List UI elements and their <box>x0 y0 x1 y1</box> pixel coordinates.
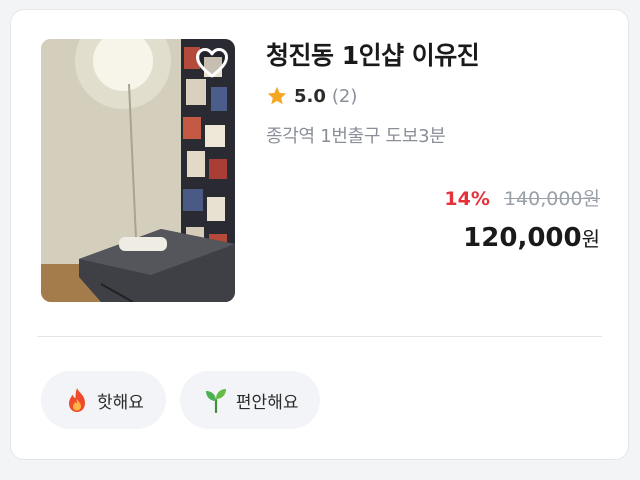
fire-icon <box>69 388 85 412</box>
divider <box>37 336 602 337</box>
tag-label-comfortable: 편안해요 <box>235 392 299 413</box>
rating-score: 5.0 <box>294 85 326 107</box>
final-price: 120,000 <box>463 223 582 253</box>
tag-label-hot: 핫해요 <box>97 392 144 413</box>
listing-title[interactable]: 청진동 1인샵 이유진 <box>266 38 611 74</box>
original-price: 140,000원 <box>503 188 600 210</box>
review-count: (2) <box>331 85 358 107</box>
shop-photo[interactable] <box>41 39 235 302</box>
tag-comfortable[interactable]: 편안해요 <box>179 371 321 429</box>
heart-outline-icon[interactable] <box>195 47 229 79</box>
price-block: 14% 140,000원 120,000원 <box>444 185 600 258</box>
tag-list: 핫해요 편안해요 <box>41 371 321 429</box>
rating: 5.0 (2) <box>266 83 611 109</box>
location-text: 종각역 1번출구 도보3분 <box>266 126 446 147</box>
star-icon <box>267 86 287 105</box>
currency-label: 원 <box>581 227 600 251</box>
listing-card[interactable]: 청진동 1인샵 이유진 5.0 (2) 종각역 1번출구 도보3분 14% 14… <box>10 9 629 460</box>
sprout-icon <box>205 389 226 413</box>
listing-info: 청진동 1인샵 이유진 5.0 (2) 종각역 1번출구 도보3분 <box>266 38 611 148</box>
tag-hot[interactable]: 핫해요 <box>41 371 166 429</box>
discount-rate: 14% <box>444 188 490 210</box>
